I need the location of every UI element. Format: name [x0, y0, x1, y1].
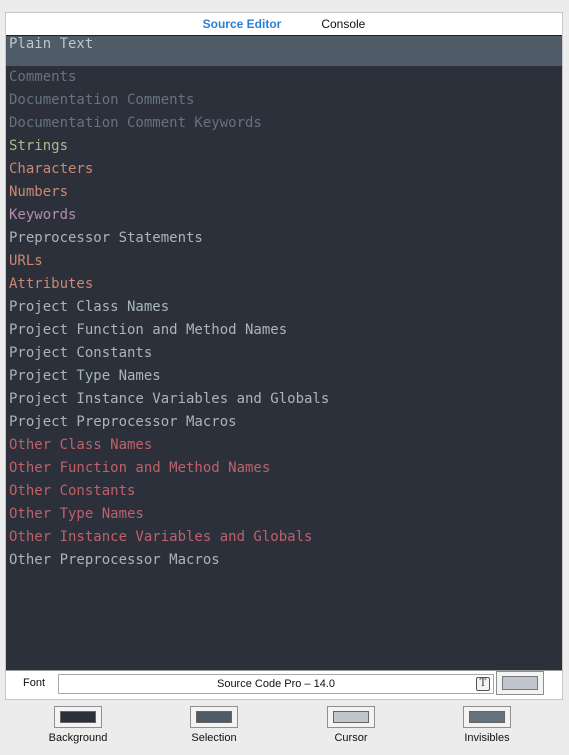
tab-bar: Source Editor Console	[6, 13, 562, 35]
background-color-well[interactable]	[54, 706, 102, 728]
tab-source-editor[interactable]: Source Editor	[183, 13, 302, 35]
font-label: Font	[23, 677, 46, 689]
selection-swatch	[196, 711, 232, 723]
font-field[interactable]: Source Code Pro – 14.0 T	[58, 674, 494, 694]
font-color-swatch	[502, 676, 538, 690]
font-bar: Font Source Code Pro – 14.0 T	[6, 671, 562, 699]
cursor-label: Cursor	[334, 732, 368, 744]
invisibles-swatch	[469, 711, 505, 723]
syntax-item-row[interactable]: Other Class Names	[6, 434, 562, 457]
syntax-item-row[interactable]: URLs	[6, 250, 562, 273]
invisibles-label: Invisibles	[464, 732, 510, 744]
syntax-item-row[interactable]: Preprocessor Statements	[6, 227, 562, 250]
syntax-item-row[interactable]: Other Constants	[6, 480, 562, 503]
font-value: Source Code Pro – 14.0	[216, 678, 336, 690]
syntax-item-row[interactable]: Documentation Comments	[6, 89, 562, 112]
syntax-item-row[interactable]: Project Preprocessor Macros	[6, 411, 562, 434]
invisibles-color-well[interactable]	[463, 706, 511, 728]
cursor-color-well[interactable]	[327, 706, 375, 728]
font-color-well[interactable]	[496, 671, 544, 695]
syntax-item-row[interactable]: Keywords	[6, 204, 562, 227]
background-label: Background	[48, 732, 108, 744]
background-swatch	[60, 711, 96, 723]
syntax-item-row[interactable]: Project Type Names	[6, 365, 562, 388]
syntax-item-row[interactable]: Project Constants	[6, 342, 562, 365]
syntax-item-row[interactable]: Other Type Names	[6, 503, 562, 526]
syntax-item-row[interactable]: Characters	[6, 158, 562, 181]
tab-console[interactable]: Console	[301, 13, 385, 35]
cursor-well-group: Cursor	[301, 706, 401, 744]
cursor-swatch	[333, 711, 369, 723]
syntax-item-row[interactable]: Documentation Comment Keywords	[6, 112, 562, 135]
invisibles-well-group: Invisibles	[437, 706, 537, 744]
selection-color-well[interactable]	[190, 706, 238, 728]
selection-well-group: Selection	[164, 706, 264, 744]
syntax-item-row[interactable]: Comments	[6, 66, 562, 89]
selection-label: Selection	[191, 732, 237, 744]
syntax-item-row[interactable]: Project Instance Variables and Globals	[6, 388, 562, 411]
syntax-item-row[interactable]: Project Class Names	[6, 296, 562, 319]
syntax-item-row[interactable]: Project Function and Method Names	[6, 319, 562, 342]
syntax-item-row[interactable]: Attributes	[6, 273, 562, 296]
font-picker-icon[interactable]: T	[476, 677, 490, 691]
syntax-item-row[interactable]: Strings	[6, 135, 562, 158]
background-well-group: Background	[28, 706, 128, 744]
syntax-item-row[interactable]: Plain Text	[6, 36, 562, 66]
syntax-item-row[interactable]: Other Instance Variables and Globals	[6, 526, 562, 549]
syntax-item-row[interactable]: Numbers	[6, 181, 562, 204]
syntax-item-row[interactable]: Other Function and Method Names	[6, 457, 562, 480]
preferences-panel: Source Editor Console Plain Text Comments…	[5, 12, 563, 700]
syntax-list[interactable]: Plain Text Comments Documentation Comments…	[6, 35, 562, 671]
syntax-item-row[interactable]: Other Preprocessor Macros	[6, 549, 562, 572]
